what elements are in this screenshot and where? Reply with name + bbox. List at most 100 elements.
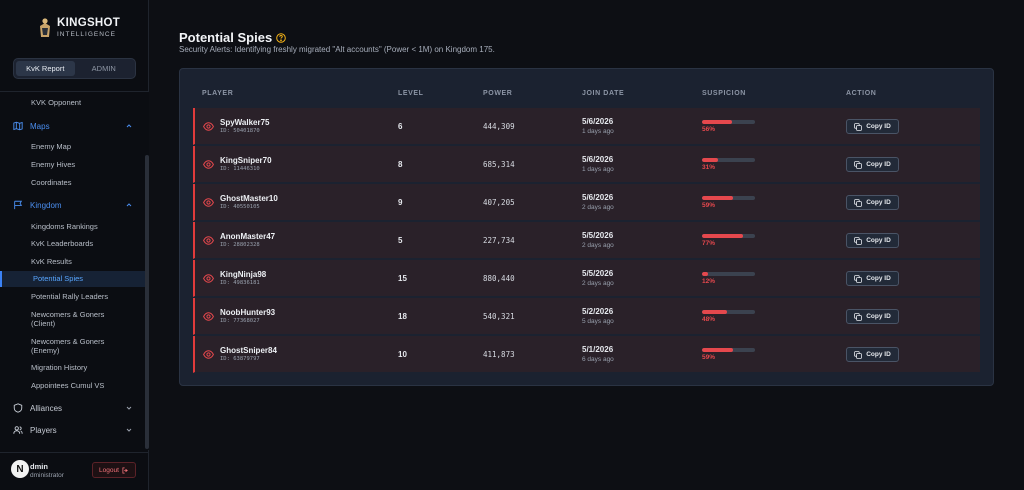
sidebar-item-migration-history[interactable]: Migration History	[31, 363, 87, 372]
player-power: 407,205	[483, 198, 515, 207]
help-icon[interactable]	[276, 33, 286, 43]
player-id: ID: 28802328	[220, 242, 260, 248]
brand-tagline: INTELLIGENCE	[57, 30, 116, 38]
copy-id-label: Copy ID	[866, 199, 891, 206]
brand-logo[interactable]: KINGSHOT INTELLIGENCE	[37, 17, 120, 39]
sidebar-item-potential-spies[interactable]: Potential Spies	[0, 271, 145, 287]
copy-id-button[interactable]: Copy ID	[846, 157, 899, 172]
copy-id-button[interactable]: Copy ID	[846, 347, 899, 362]
copy-id-label: Copy ID	[866, 123, 891, 130]
sidebar-item-enemy-hives[interactable]: Enemy Hives	[31, 160, 75, 169]
column-header-level: LEVEL	[398, 90, 424, 97]
sidebar-group-players[interactable]: Players	[13, 423, 133, 437]
logout-button[interactable]: Logout	[92, 462, 136, 478]
player-id: ID: 40550105	[220, 204, 260, 210]
player-id: ID: 11446310	[220, 166, 260, 172]
sidebar-item-newcomers-goners-enemy[interactable]: Newcomers & Goners (Enemy)	[31, 337, 104, 355]
user-role: dministrator	[30, 472, 64, 479]
player-level: 10	[398, 350, 407, 359]
copy-id-label: Copy ID	[866, 351, 891, 358]
eye-icon[interactable]	[203, 350, 214, 359]
sidebar-group-maps[interactable]: Maps	[13, 119, 133, 133]
join-date: 5/6/2026	[582, 155, 614, 164]
player-level: 8	[398, 160, 403, 169]
suspicion-bar-fill	[702, 348, 734, 352]
sidebar-item-label: (Client)	[31, 319, 56, 328]
sidebar-item-potential-rally-leaders[interactable]: Potential Rally Leaders	[31, 292, 108, 301]
eye-icon[interactable]	[203, 122, 214, 131]
eye-icon[interactable]	[203, 198, 214, 207]
join-date: 5/2/2026	[582, 307, 614, 316]
suspicion-percent: 59%	[702, 354, 716, 361]
player-name: GhostSniper84	[220, 346, 277, 355]
copy-id-label: Copy ID	[866, 161, 891, 168]
copy-icon	[854, 198, 863, 207]
column-header-power: POWER	[483, 90, 513, 97]
column-header-action: ACTION	[846, 90, 877, 97]
suspicion-bar-fill	[702, 158, 719, 162]
sidebar-item-coordinates[interactable]: Coordinates	[31, 178, 71, 187]
sidebar-item-newcomers-goners-client[interactable]: Newcomers & Goners (Client)	[31, 310, 104, 328]
map-icon	[13, 121, 23, 131]
eye-icon[interactable]	[203, 160, 214, 169]
player-id: ID: 49836181	[220, 280, 260, 286]
eye-icon[interactable]	[203, 236, 214, 245]
player-level: 18	[398, 312, 407, 321]
sidebar-item-kvk-leaderboards[interactable]: KvK Leaderboards	[31, 239, 93, 248]
column-header-player: PLAYER	[202, 90, 234, 97]
sidebar-item-label: Newcomers & Goners	[31, 310, 105, 319]
mode-switch: KvK Report ADMIN	[13, 58, 136, 79]
player-level: 9	[398, 198, 403, 207]
copy-id-button[interactable]: Copy ID	[846, 309, 899, 324]
copy-id-label: Copy ID	[866, 237, 891, 244]
admin-tab[interactable]: ADMIN	[75, 61, 134, 76]
kingshot-logo-icon	[40, 18, 50, 37]
user-name: dmin	[30, 462, 48, 471]
sidebar-item-kvk-results[interactable]: KvK Results	[31, 257, 72, 266]
player-id: ID: 77368027	[220, 318, 260, 324]
shield-icon	[13, 403, 23, 413]
player-name: SpyWalker75	[220, 118, 270, 127]
join-relative: 1 days ago	[582, 128, 614, 135]
page-subtitle: Security Alerts: Identifying freshly mig…	[179, 45, 495, 54]
copy-id-button[interactable]: Copy ID	[846, 271, 899, 286]
eye-icon[interactable]	[203, 312, 214, 321]
copy-id-button[interactable]: Copy ID	[846, 119, 899, 134]
copy-icon	[854, 236, 863, 245]
sidebar-item-appointees-cumul-vs[interactable]: Appointees Cumul VS	[31, 381, 104, 390]
suspicion-bar-fill	[702, 196, 734, 200]
suspicion-bar	[702, 310, 755, 314]
sidebar-group-label: Kingdom	[30, 200, 62, 210]
sidebar-group-kingdom[interactable]: Kingdom	[13, 198, 133, 212]
join-relative: 1 days ago	[582, 166, 614, 173]
join-date: 5/5/2026	[582, 231, 614, 240]
sidebar-group-label: Alliances	[30, 403, 63, 413]
chevron-down-icon	[126, 428, 132, 432]
player-level: 6	[398, 122, 403, 131]
suspicion-bar-fill	[702, 272, 709, 276]
copy-icon	[854, 122, 863, 131]
player-name: AnonMaster47	[220, 232, 276, 241]
avatar[interactable]: N	[11, 460, 29, 478]
sidebar-item-enemy-map[interactable]: Enemy Map	[31, 142, 71, 151]
join-date: 5/1/2026	[582, 345, 614, 354]
copy-id-button[interactable]: Copy ID	[846, 195, 899, 210]
sidebar-item-kvk-opponent[interactable]: KVK Opponent	[31, 98, 81, 107]
player-power: 540,321	[483, 312, 515, 321]
player-name: KingNinja98	[220, 270, 267, 279]
kvk-report-tab[interactable]: KvK Report	[16, 61, 75, 76]
suspicion-bar-fill	[702, 234, 743, 238]
copy-id-button[interactable]: Copy ID	[846, 233, 899, 248]
player-name: NoobHunter93	[220, 308, 276, 317]
sidebar-group-alliances[interactable]: Alliances	[13, 401, 133, 415]
sidebar-item-kingdoms-rankings[interactable]: Kingdoms Rankings	[31, 222, 98, 231]
divider	[0, 452, 149, 453]
sidebar-scrollbar[interactable]	[145, 155, 149, 449]
join-relative: 2 days ago	[582, 204, 614, 211]
join-relative: 6 days ago	[582, 356, 614, 363]
player-level: 5	[398, 236, 403, 245]
brand-name: KINGSHOT	[57, 17, 121, 29]
eye-icon[interactable]	[203, 274, 214, 283]
player-power: 444,309	[483, 122, 515, 131]
page-title: Potential Spies	[179, 30, 273, 45]
